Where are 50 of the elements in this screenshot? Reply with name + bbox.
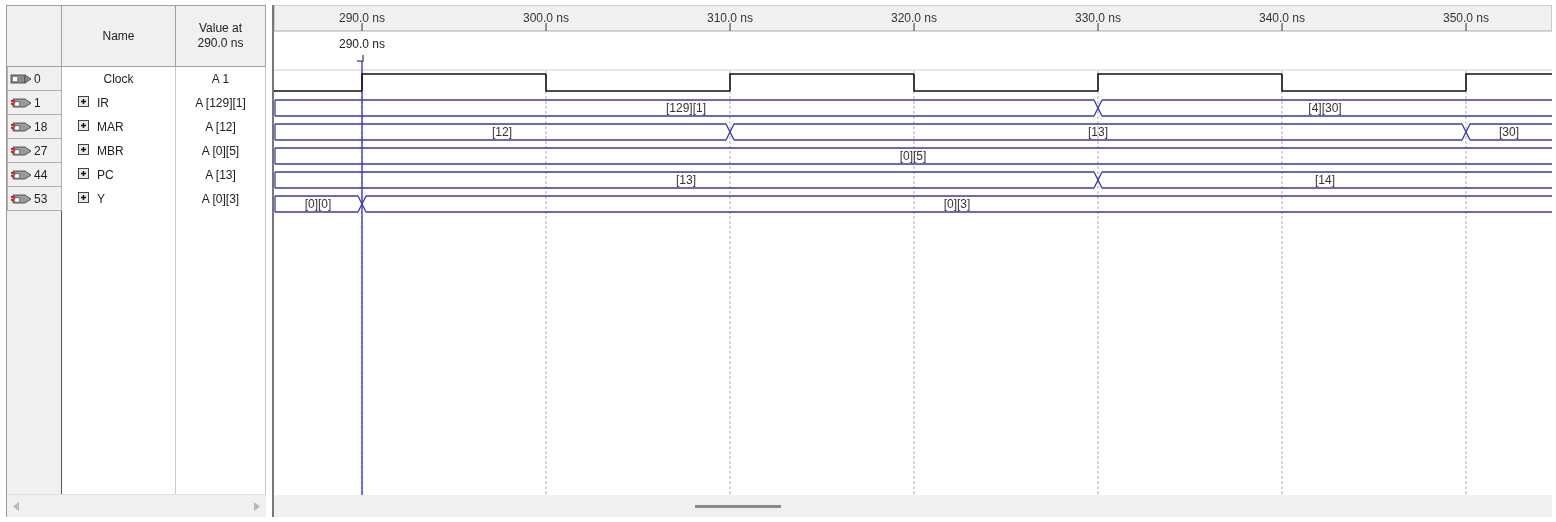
signal-name[interactable]: MBR — [97, 144, 124, 158]
bus-value: [0][5] — [899, 149, 927, 163]
output-pin-icon — [10, 144, 32, 157]
bus-value: [12] — [492, 125, 512, 139]
time-cursor[interactable] — [356, 54, 364, 496]
expand-icon[interactable] — [78, 144, 89, 155]
expand-icon[interactable] — [78, 96, 89, 107]
tick-label: 340.0 ns — [1259, 11, 1305, 25]
input-pin-icon — [10, 72, 32, 85]
expand-icon[interactable] — [78, 120, 89, 131]
bus-value: [4][30] — [1308, 101, 1342, 115]
tick-label: 300.0 ns — [523, 11, 569, 25]
signal-name[interactable]: IR — [97, 96, 109, 110]
signal-value: A [0][3] — [201, 192, 240, 206]
tick-label: 330.0 ns — [1075, 11, 1121, 25]
output-pin-icon — [10, 120, 32, 133]
bus-value: [14] — [1315, 173, 1335, 187]
signal-index[interactable]: 53 — [7, 187, 62, 211]
tick-label: 290.0 ns — [339, 11, 385, 25]
signal-value: A [13] — [205, 168, 236, 182]
bus-value: [129][1] — [666, 101, 706, 115]
signal-name[interactable]: MAR — [97, 120, 124, 134]
expand-icon[interactable] — [78, 168, 89, 179]
output-pin-icon — [10, 168, 32, 181]
bus-value: [0][0] — [304, 197, 332, 211]
output-pin-icon — [10, 192, 32, 205]
signal-name[interactable]: Clock — [103, 72, 134, 86]
tick-label: 310.0 ns — [707, 11, 753, 25]
tick-label: 320.0 ns — [891, 11, 937, 25]
bus-value: [13] — [676, 173, 696, 187]
signal-index[interactable]: 27 — [7, 139, 62, 163]
scrollbar-thumb[interactable] — [695, 504, 781, 508]
signal-index[interactable]: 18 — [7, 115, 62, 139]
expand-icon[interactable] — [78, 192, 89, 203]
signal-index[interactable]: 44 — [7, 163, 62, 187]
signal-index[interactable]: 1 — [7, 91, 62, 115]
signal-name[interactable]: Y — [97, 192, 105, 206]
cursor-time-label: 290.0 ns — [339, 37, 385, 51]
tick-label: 350.0 ns — [1443, 11, 1489, 25]
bus-value: [30] — [1499, 125, 1519, 139]
signal-name[interactable]: PC — [97, 168, 114, 182]
bus-value: [0][3] — [943, 197, 971, 211]
column-header[interactable]: Name — [102, 28, 135, 44]
output-pin-icon — [10, 96, 32, 109]
signal-value: A [12] — [205, 120, 236, 134]
signal-index[interactable]: 0 — [7, 67, 62, 91]
signal-value: A [0][5] — [201, 144, 240, 158]
signal-value: A 1 — [211, 72, 230, 86]
bus-value: [13] — [1088, 125, 1108, 139]
signal-value: A [129][1] — [195, 96, 246, 110]
